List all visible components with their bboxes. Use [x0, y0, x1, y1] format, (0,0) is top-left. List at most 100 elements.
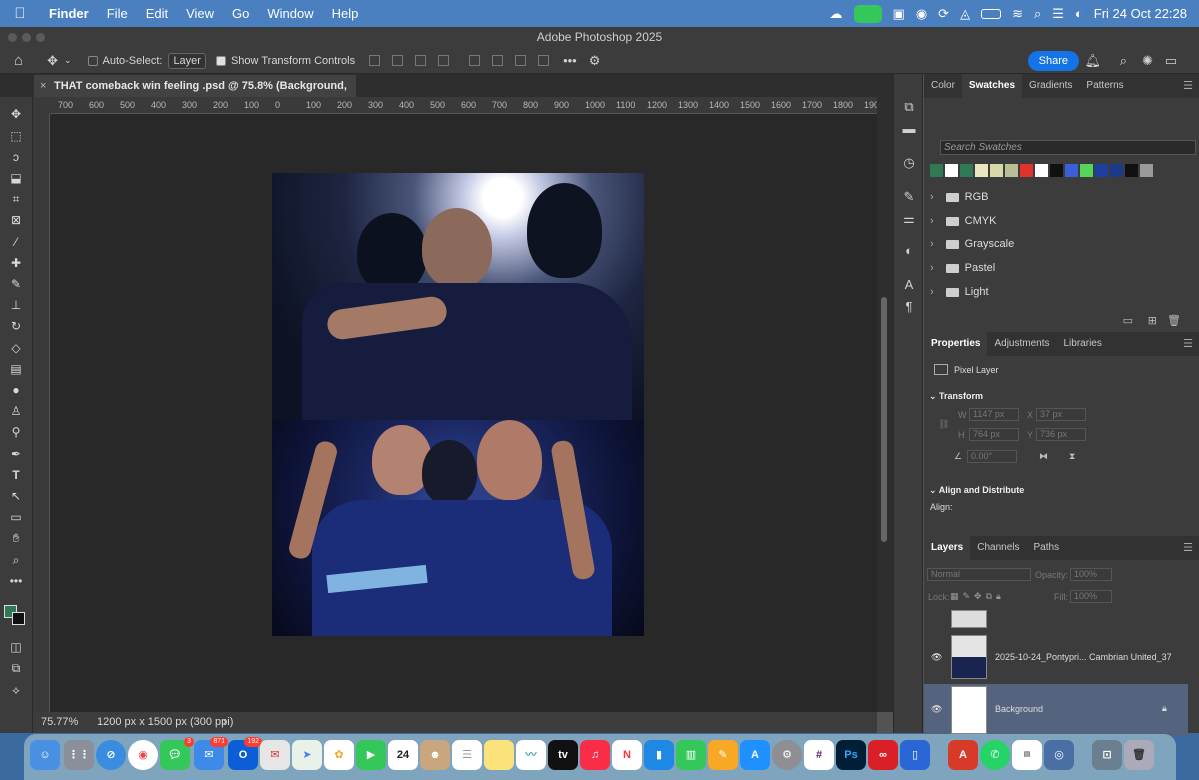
downloads-icon[interactable]: ⊡ [1092, 740, 1122, 770]
frame-tool-icon[interactable]: ⊠ [7, 213, 25, 227]
hand-tool-icon[interactable]: ✋︎ [7, 531, 25, 545]
lock-icon[interactable]: 🔒︎ [1162, 703, 1167, 714]
move-tool-icon[interactable]: ✥ [47, 53, 58, 69]
facetime-icon[interactable] [853, 4, 882, 23]
delete-icon[interactable]: 🗑︎ [1167, 314, 1181, 327]
eyedropper-tool-icon[interactable]: ⁄ [7, 235, 25, 249]
link-icon[interactable]: ⛓ [938, 419, 949, 430]
menu-app-name[interactable]: Finder [40, 6, 98, 21]
color-swatch[interactable] [1140, 164, 1153, 177]
notes-icon[interactable] [484, 740, 514, 770]
control-center-icon[interactable]: ☰ [1052, 6, 1064, 22]
new-swatch-icon[interactable]: ⊞ [1148, 314, 1157, 327]
wifi-icon[interactable]: ≋ [1012, 6, 1023, 22]
crop-tool-icon[interactable]: ⌗ [7, 192, 25, 206]
menu-help[interactable]: Help [323, 6, 368, 21]
finder-icon[interactable]: ☺ [30, 740, 60, 770]
trash-icon[interactable]: 🗑︎ [1124, 740, 1154, 770]
document-canvas-image[interactable] [272, 173, 644, 636]
apple-tv-icon[interactable]: tv [548, 740, 578, 770]
transform-section[interactable]: ⌄ Transform [929, 391, 983, 402]
brushes-icon[interactable]: ✎ [901, 190, 917, 204]
swatch-folder-rgb[interactable]: › RGB [930, 186, 989, 208]
pages-icon[interactable]: ✎ [708, 740, 738, 770]
image-panel-icon[interactable]: ⧉ [901, 100, 917, 114]
color-swatch[interactable] [1050, 164, 1063, 177]
tab-libraries[interactable]: Libraries [1057, 332, 1109, 356]
align-top-icon[interactable] [469, 55, 481, 66]
character-icon[interactable]: A [901, 278, 917, 292]
menu-view[interactable]: View [177, 6, 223, 21]
menu-edit[interactable]: Edit [137, 6, 177, 21]
tab-adjustments[interactable]: Adjustments [987, 332, 1056, 356]
close-window-icon[interactable] [8, 33, 17, 42]
blend-mode-select[interactable]: Normal [927, 568, 1031, 581]
opacity-field[interactable]: 100% [1070, 568, 1112, 581]
bulb-icon[interactable]: ✺ [1142, 53, 1153, 69]
vertical-scrollbar[interactable] [877, 97, 893, 712]
safari-icon[interactable]: ⊘ [96, 740, 126, 770]
app-store-icon[interactable]: A [740, 740, 770, 770]
panel-menu-icon[interactable]: ☰ [1183, 337, 1193, 350]
music-icon[interactable]: ♫ [580, 740, 610, 770]
color-swatch[interactable] [1065, 164, 1078, 177]
clone-stamp-icon[interactable]: ⊥ [7, 298, 25, 312]
rectangle-tool-icon[interactable]: ▭ [7, 510, 25, 524]
photos-icon[interactable]: ✿ [324, 740, 354, 770]
grammarly-icon[interactable]: ◉ [916, 6, 927, 22]
acrobat-icon[interactable]: A [948, 740, 978, 770]
color-swatch[interactable] [960, 164, 973, 177]
menu-go[interactable]: Go [223, 6, 258, 21]
search-icon[interactable]: ⌕ [1034, 6, 1041, 22]
align-middle-icon[interactable] [492, 55, 504, 66]
align-distribute-section[interactable]: ⌄ Align and Distribute [929, 485, 1024, 496]
swatch-folder-light[interactable]: › Light [930, 281, 989, 303]
freeform-icon[interactable]: 〰 [516, 740, 546, 770]
layer-row[interactable] [924, 608, 1188, 630]
disk-utility-icon[interactable]: ◎ [1044, 740, 1074, 770]
tab-patterns[interactable]: Patterns [1079, 74, 1130, 98]
screen-mode-icon[interactable]: ⧉ [7, 661, 25, 675]
dodge-tool-icon[interactable]: ♙ [7, 404, 25, 418]
simulator-icon[interactable]: ▯ [900, 740, 930, 770]
screen-icon[interactable]: ▣ [893, 6, 905, 22]
width-field[interactable]: 1147 px [969, 408, 1019, 421]
facetime-icon[interactable]: ▶ [356, 740, 386, 770]
photoshop-icon[interactable]: Ps [836, 740, 866, 770]
more-tools-icon[interactable]: ••• [7, 574, 25, 588]
siri-icon[interactable]: ◐ [1075, 6, 1083, 21]
blog-app-icon[interactable]: ▤ [1012, 740, 1042, 770]
swatch-folder-cmyk[interactable]: › CMYK [930, 210, 996, 232]
zoom-window-icon[interactable] [36, 33, 45, 42]
color-swatch[interactable] [945, 164, 958, 177]
layer-row[interactable]: 👁︎ 2025-10-24_Pontypri... Cambrian Unite… [924, 632, 1188, 682]
generative-icon[interactable]: ⟡ [7, 683, 25, 697]
panel-menu-icon[interactable]: ☰ [1183, 79, 1193, 92]
distribute-v-icon[interactable] [538, 55, 550, 66]
distribute-h-icon[interactable] [438, 55, 450, 66]
news-icon[interactable]: N [612, 740, 642, 770]
flip-horizontal-icon[interactable]: ⧓ [1039, 451, 1048, 462]
history-brush-icon[interactable]: ↻ [7, 319, 25, 333]
color-swatch[interactable] [1110, 164, 1123, 177]
apple-icon[interactable]:  [0, 5, 40, 22]
height-field[interactable]: 764 px [969, 428, 1019, 441]
swatch-folder-pastel[interactable]: › Pastel [930, 257, 995, 279]
path-select-icon[interactable]: ↖ [7, 489, 25, 503]
eye-icon[interactable]: 👁︎ [931, 652, 942, 663]
document-tab[interactable]: × THAT comeback win feeling .psd @ 75.8%… [34, 75, 356, 114]
pen-tool-icon[interactable]: ✒ [7, 447, 25, 461]
swatch-folder-grayscale[interactable]: › Grayscale [930, 233, 1014, 255]
workspace-icon[interactable]: ▭ [1165, 53, 1177, 69]
color-swatch[interactable] [930, 164, 943, 177]
sync-icon[interactable]: ⟳ [938, 6, 949, 22]
lock-icons[interactable]: ▦✎✥⧉🔒︎ [950, 591, 1005, 602]
panel-menu-icon[interactable]: ☰ [1183, 541, 1193, 554]
flip-vertical-icon[interactable]: ⧗ [1069, 451, 1075, 462]
comments-icon[interactable]: ▬ [901, 122, 917, 136]
reminders-icon[interactable]: ☰ [452, 740, 482, 770]
tab-color[interactable]: Color [924, 74, 962, 98]
creative-cloud-icon[interactable]: ∞ [868, 740, 898, 770]
fill-field[interactable]: 100% [1070, 590, 1112, 603]
clock[interactable]: Fri 24 Oct 22:28 [1094, 6, 1187, 21]
